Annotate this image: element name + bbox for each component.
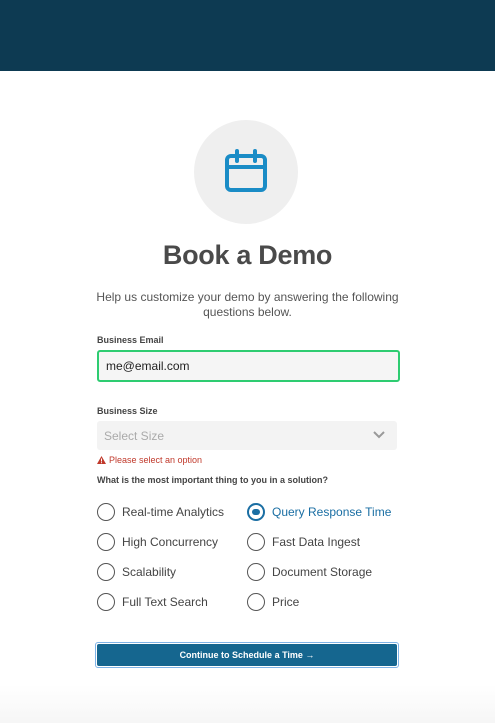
radio-query-response-time[interactable]: Query Response Time xyxy=(247,503,391,521)
page-title: Book a Demo xyxy=(162,240,333,270)
error-message: Please select an option xyxy=(109,455,203,465)
radio-label: Full Text Search xyxy=(122,595,208,609)
chevron-down-icon xyxy=(373,431,385,439)
radio-button[interactable] xyxy=(97,503,115,521)
radio-scalability[interactable]: Scalability xyxy=(97,563,176,581)
radio-real-time-analytics[interactable]: Real-time Analytics xyxy=(97,503,224,521)
business-size-selected-value: Select Size xyxy=(104,429,165,443)
business-size-error: Please select an option xyxy=(97,455,202,465)
radio-button[interactable] xyxy=(97,593,115,611)
calendar-icon xyxy=(225,149,267,192)
radio-label: Query Response Time xyxy=(272,505,392,519)
radio-label: Fast Data Ingest xyxy=(272,535,361,549)
calendar-icon-badge xyxy=(194,120,298,224)
continue-to-schedule-button[interactable]: Continue to Schedule a Time → xyxy=(97,644,397,666)
radio-fast-data-ingest[interactable]: Fast Data Ingest xyxy=(247,533,360,551)
radio-button-checked[interactable] xyxy=(247,503,265,521)
radio-label: Document Storage xyxy=(272,565,373,579)
radio-button[interactable] xyxy=(247,533,265,551)
business-email-input[interactable] xyxy=(97,350,400,382)
business-size-select[interactable]: Select Size xyxy=(97,421,397,450)
radio-label: High Concurrency xyxy=(122,535,219,549)
radio-high-concurrency[interactable]: High Concurrency xyxy=(97,533,218,551)
top-header-bar xyxy=(0,0,495,71)
warning-icon xyxy=(97,456,106,464)
business-size-label: Business Size xyxy=(97,406,158,416)
radio-price[interactable]: Price xyxy=(247,593,299,611)
radio-label: Scalability xyxy=(122,565,177,579)
radio-button[interactable] xyxy=(97,563,115,581)
radio-button[interactable] xyxy=(247,563,265,581)
priority-question: What is the most important thing to you … xyxy=(97,475,328,485)
radio-label: Price xyxy=(272,595,300,609)
business-email-label: Business Email xyxy=(97,335,164,345)
continue-button-focus-ring: Continue to Schedule a Time → xyxy=(95,642,399,668)
radio-full-text-search[interactable]: Full Text Search xyxy=(97,593,208,611)
radio-document-storage[interactable]: Document Storage xyxy=(247,563,372,581)
page-subtitle: Help us customize your demo by answering… xyxy=(96,290,399,319)
page-footer-fade xyxy=(0,685,495,723)
radio-button[interactable] xyxy=(247,593,265,611)
radio-label: Real-time Analytics xyxy=(122,505,225,519)
radio-button[interactable] xyxy=(97,533,115,551)
